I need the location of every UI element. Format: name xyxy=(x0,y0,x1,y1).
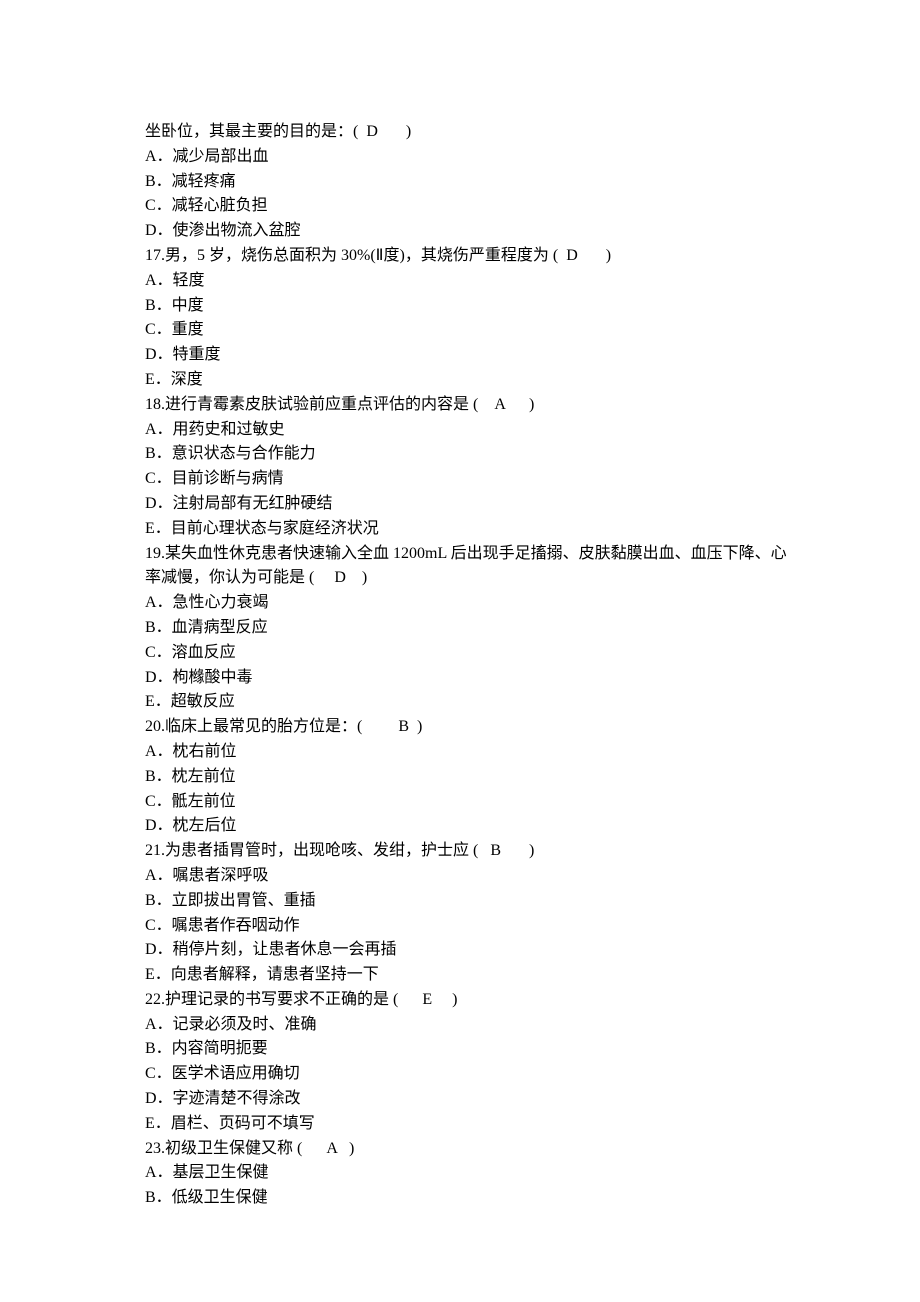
text-line: D．枕左后位 xyxy=(145,814,800,839)
text-line: C．医学术语应用确切 xyxy=(145,1062,800,1087)
text-line: E．超敏反应 xyxy=(145,690,800,715)
text-line: B．意识状态与合作能力 xyxy=(145,442,800,467)
text-line: D．使渗出物流入盆腔 xyxy=(145,219,800,244)
text-line: B．低级卫生保健 xyxy=(145,1186,800,1211)
text-line: 17.男，5 岁，烧伤总面积为 30%(Ⅱ度)，其烧伤严重程度为 ( D ) xyxy=(145,244,800,269)
text-line: B．中度 xyxy=(145,294,800,319)
text-line: D．字迹清楚不得涂改 xyxy=(145,1087,800,1112)
text-line: B．内容简明扼要 xyxy=(145,1037,800,1062)
text-line: A．急性心力衰竭 xyxy=(145,591,800,616)
text-line: B．枕左前位 xyxy=(145,765,800,790)
text-line: C．减轻心脏负担 xyxy=(145,194,800,219)
text-line: E．向患者解释，请患者坚持一下 xyxy=(145,963,800,988)
text-line: D．稍停片刻，让患者休息一会再插 xyxy=(145,938,800,963)
text-line: C．目前诊断与病情 xyxy=(145,467,800,492)
text-line: A．嘱患者深呼吸 xyxy=(145,864,800,889)
text-line: A．轻度 xyxy=(145,269,800,294)
text-line: C．嘱患者作吞咽动作 xyxy=(145,914,800,939)
text-line: B．减轻疼痛 xyxy=(145,170,800,195)
text-line: 坐卧位，其最主要的目的是：( D ) xyxy=(145,120,800,145)
text-line: D．注射局部有无红肿硬结 xyxy=(145,492,800,517)
text-line: E．深度 xyxy=(145,368,800,393)
text-line: B．血清病型反应 xyxy=(145,616,800,641)
text-line: D．特重度 xyxy=(145,343,800,368)
text-line: A．记录必须及时、准确 xyxy=(145,1013,800,1038)
text-line: 19.某失血性休克患者快速输入全血 1200mL 后出现手足搐搦、皮肤黏膜出血、… xyxy=(145,542,800,592)
text-line: C．骶左前位 xyxy=(145,790,800,815)
text-line: E．眉栏、页码可不填写 xyxy=(145,1112,800,1137)
text-line: A．基层卫生保健 xyxy=(145,1161,800,1186)
text-line: 22.护理记录的书写要求不正确的是 ( E ) xyxy=(145,988,800,1013)
text-line: A．减少局部出血 xyxy=(145,145,800,170)
text-line: 18.进行青霉素皮肤试验前应重点评估的内容是 ( A ) xyxy=(145,393,800,418)
document-page: 坐卧位，其最主要的目的是：( D ) A．减少局部出血 B．减轻疼痛 C．减轻心… xyxy=(0,0,920,1302)
text-line: A．用药史和过敏史 xyxy=(145,418,800,443)
text-line: A．枕右前位 xyxy=(145,740,800,765)
text-line: D．枸橼酸中毒 xyxy=(145,666,800,691)
text-line: C．重度 xyxy=(145,318,800,343)
text-line: 20.临床上最常见的胎方位是：( B ) xyxy=(145,715,800,740)
text-line: E．目前心理状态与家庭经济状况 xyxy=(145,517,800,542)
text-line: 23.初级卫生保健又称 ( A ) xyxy=(145,1137,800,1162)
text-line: 21.为患者插胃管时，出现呛咳、发绀，护士应 ( B ) xyxy=(145,839,800,864)
text-line: B．立即拔出胃管、重插 xyxy=(145,889,800,914)
text-line: C．溶血反应 xyxy=(145,641,800,666)
